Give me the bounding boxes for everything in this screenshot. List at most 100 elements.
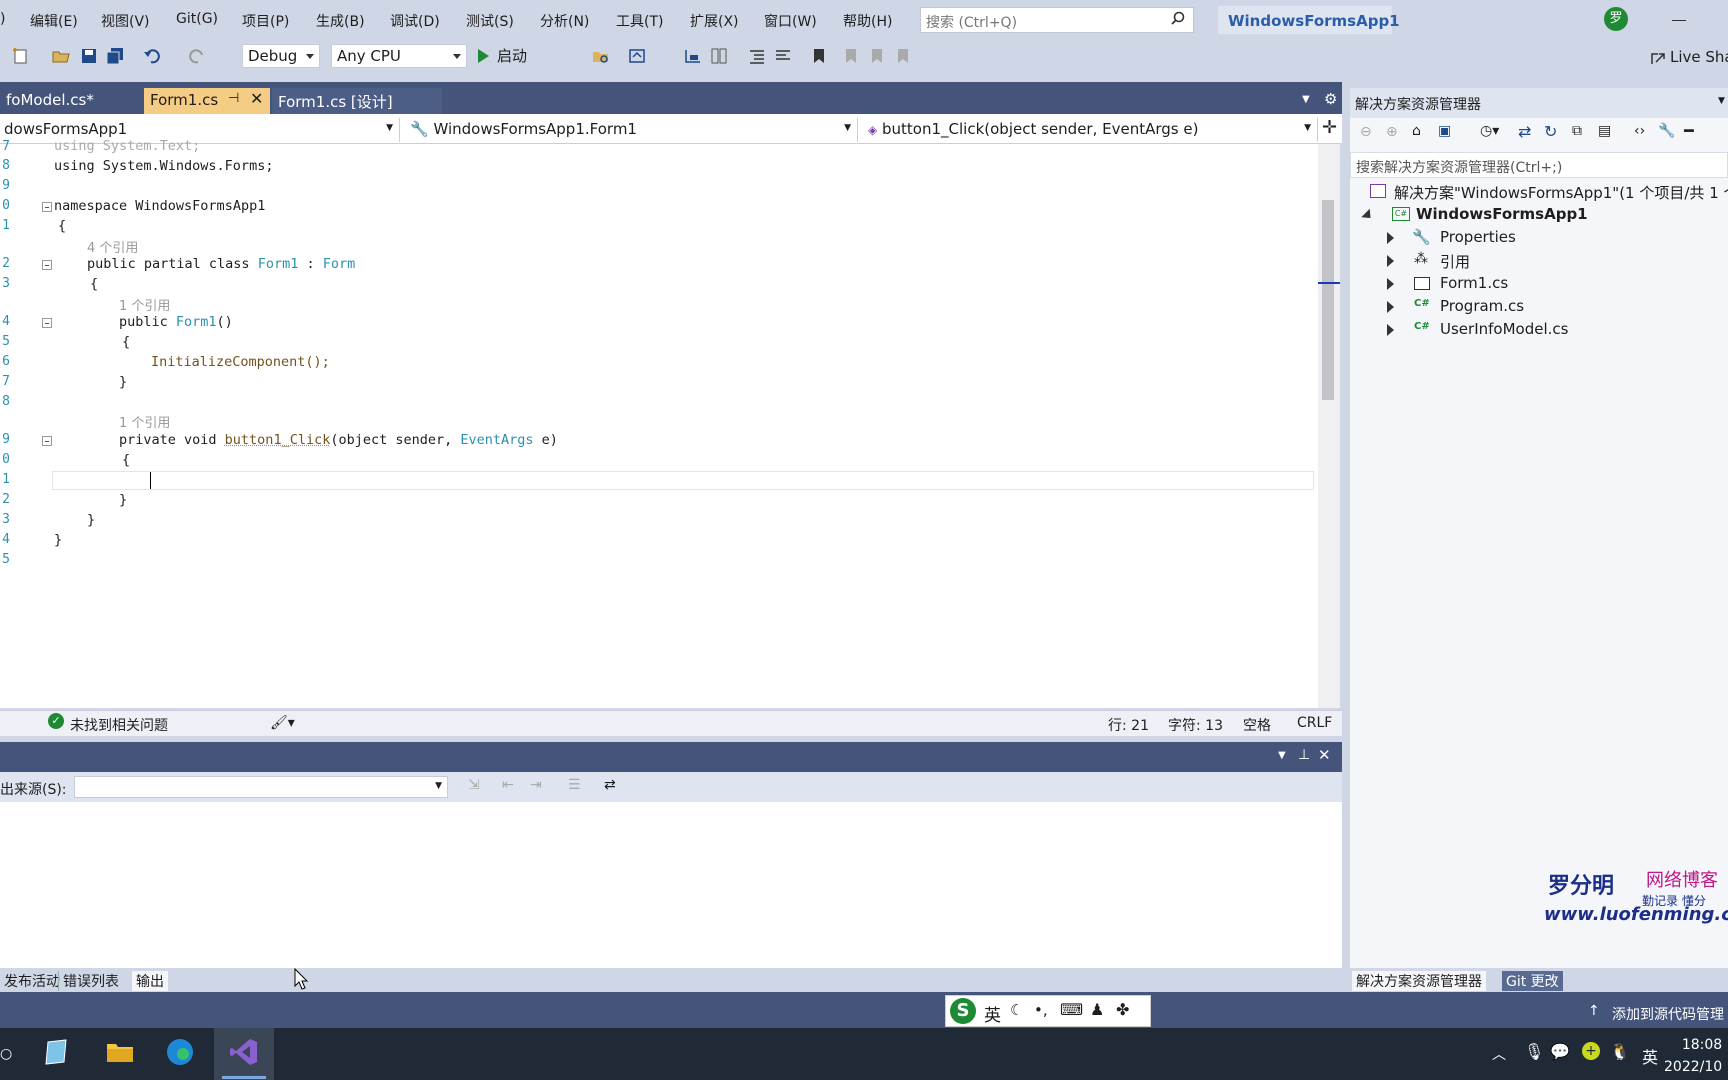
ime-toolbar[interactable]: S 英 ☾ •, ⌨ ♟ ✤ — [945, 995, 1151, 1027]
home-icon[interactable] — [628, 47, 646, 65]
solution-node[interactable]: 解决方案"WindowsFormsApp1"(1 个项目/共 1 个 — [1394, 182, 1728, 203]
menu-git[interactable]: Git(G) — [176, 11, 218, 27]
solution-search-input[interactable]: 搜索解决方案资源管理器(Ctrl+;) — [1350, 152, 1728, 178]
tab-form1-designer[interactable]: Form1.cs [设计] — [272, 88, 442, 114]
tree-item-userinfomodel[interactable]: UserInfoModel.cs — [1440, 320, 1568, 338]
expand-icon[interactable] — [1387, 301, 1394, 313]
gear-icon[interactable]: ⚙ — [1324, 90, 1337, 108]
menu-edit[interactable]: 编辑(E) — [30, 11, 78, 31]
tree-item-form1[interactable]: Form1.cs — [1440, 274, 1508, 292]
minimize-button[interactable] — [1672, 20, 1686, 21]
refresh-icon[interactable]: ↻ — [1544, 122, 1557, 141]
taskbar-ime-lang[interactable]: 英 — [1642, 1044, 1658, 1068]
scrollbar-thumb[interactable] — [1322, 200, 1334, 400]
fold-toggle[interactable] — [42, 436, 52, 446]
ime-lang[interactable]: 英 — [984, 1001, 1001, 1026]
menu-help[interactable]: 帮助(H) — [843, 11, 892, 31]
split-editor-icon[interactable]: ✛ — [1322, 117, 1337, 138]
menu-debug[interactable]: 调试(D) — [390, 11, 440, 31]
save-icon[interactable] — [80, 47, 98, 65]
home-icon[interactable]: ⌂ — [1412, 123, 1421, 139]
apps-icon[interactable]: ✤ — [1116, 1000, 1129, 1019]
clear-all-icon[interactable]: ☰ — [568, 777, 581, 793]
indent-icon[interactable] — [748, 47, 766, 65]
fold-toggle[interactable] — [42, 260, 52, 270]
pin-icon[interactable]: ⊣ — [228, 91, 239, 106]
output-source-select[interactable]: ▼ — [74, 776, 448, 798]
punct-icon[interactable]: •, — [1034, 1001, 1048, 1019]
menu-build[interactable]: 生成(B) — [316, 11, 365, 31]
file-explorer-icon[interactable] — [104, 1036, 136, 1068]
prev-message-icon[interactable]: ⇤ — [502, 777, 514, 793]
show-all-files-icon[interactable]: ▤ — [1598, 123, 1611, 139]
live-share-button[interactable]: Live Sha — [1670, 48, 1728, 66]
find-in-files-icon[interactable] — [592, 47, 610, 65]
close-icon[interactable]: ✕ — [1318, 746, 1331, 764]
expand-icon[interactable] — [1387, 278, 1394, 290]
avatar[interactable]: 罗 — [1604, 7, 1628, 31]
eol-indicator[interactable]: CRLF — [1297, 715, 1332, 731]
expand-icon[interactable] — [1387, 232, 1394, 244]
edge-browser-icon[interactable] — [164, 1036, 196, 1068]
bookmark-icon[interactable] — [810, 47, 828, 65]
member-dropdown[interactable]: ◈ button1_Click(object sender, EventArgs… — [864, 118, 1318, 142]
tab-output[interactable]: 输出 — [132, 971, 168, 991]
tree-item-properties[interactable]: Properties — [1440, 228, 1516, 246]
goto-message-icon[interactable]: ⇲ — [468, 777, 480, 793]
project-node[interactable]: WindowsFormsApp1 — [1416, 205, 1588, 223]
chevron-down-icon[interactable]: ▼ — [1718, 96, 1725, 106]
word-wrap-icon[interactable]: ⇄ — [604, 777, 616, 793]
output-text-area[interactable] — [0, 802, 1342, 968]
menu-tools[interactable]: 工具(T) — [616, 11, 663, 31]
menu-test[interactable]: 测试(S) — [466, 11, 514, 31]
next-message-icon[interactable]: ⇥ — [530, 777, 542, 793]
notepad-app-icon[interactable] — [40, 1036, 72, 1068]
expand-icon[interactable] — [1387, 255, 1394, 267]
tab-userinfomodel[interactable]: foModel.cs* — [0, 88, 142, 114]
wechat-icon[interactable]: 💬 — [1550, 1042, 1570, 1061]
forward-icon[interactable]: ⊕ — [1386, 124, 1398, 140]
tab-form1-cs[interactable]: Form1.cs ⊣ ✕ — [144, 88, 270, 114]
char-indicator[interactable]: 字符: 13 — [1168, 715, 1223, 735]
menu-window[interactable]: 窗口(W) — [764, 11, 817, 31]
line-indicator[interactable]: 行: 21 — [1108, 715, 1149, 735]
class-dropdown[interactable]: 🔧 WindowsFormsApp1.Form1 ▼ — [406, 118, 858, 142]
pin-icon[interactable]: ⊥ — [1298, 747, 1310, 763]
menu-extensions[interactable]: 扩展(X) — [690, 11, 739, 31]
collapse-all-icon[interactable]: ⧉ — [1572, 123, 1582, 139]
open-folder-icon[interactable] — [52, 47, 70, 65]
start-button[interactable]: 启动 — [478, 45, 527, 66]
user-icon[interactable]: ♟ — [1090, 1000, 1104, 1019]
chevron-down-icon[interactable]: ▼ — [1278, 750, 1286, 761]
keyboard-icon[interactable]: ⌨ — [1060, 1000, 1083, 1019]
menu-file[interactable]: ) — [0, 11, 5, 27]
platform-select[interactable]: Any CPU — [331, 44, 467, 68]
tab-git-changes[interactable]: Git 更改 — [1502, 971, 1563, 991]
code-view-icon[interactable]: ‹› — [1634, 123, 1645, 139]
clear-bookmarks-icon[interactable] — [894, 47, 912, 65]
tab-solution-explorer[interactable]: 解决方案资源管理器 — [1352, 971, 1486, 991]
tab-list-chevron-icon[interactable]: ▼ — [1302, 94, 1310, 105]
tab-error-list[interactable]: 错误列表 — [58, 971, 123, 991]
tab-publish-activity[interactable]: 发布活动 — [0, 971, 64, 991]
back-icon[interactable]: ⊖ — [1360, 124, 1372, 140]
chevron-up-icon[interactable]: ︿ — [1492, 1044, 1506, 1064]
preview-icon[interactable]: ━ — [1684, 121, 1694, 140]
prev-bookmark-icon[interactable] — [842, 47, 860, 65]
fold-toggle[interactable] — [42, 202, 52, 212]
fold-toggle[interactable] — [42, 318, 52, 328]
whitespace-indicator[interactable]: 空格 — [1243, 715, 1271, 735]
issues-status[interactable]: 未找到相关问题 — [70, 715, 168, 735]
switch-views-icon[interactable]: ▣ — [1438, 123, 1451, 139]
sync-icon[interactable]: ⇄ — [1518, 122, 1531, 141]
reference-count[interactable]: 1 个引用 — [119, 295, 170, 314]
undo-icon[interactable] — [143, 47, 161, 65]
moon-icon[interactable]: ☾ — [1010, 1001, 1023, 1019]
properties-icon[interactable]: 🔧 — [1658, 123, 1675, 139]
close-icon[interactable]: ✕ — [250, 89, 263, 108]
search-input[interactable]: 搜索 (Ctrl+Q) — [920, 7, 1194, 33]
reference-count[interactable]: 1 个引用 — [119, 412, 170, 431]
system-clock[interactable]: 18:08 2022/10 — [1664, 1034, 1722, 1078]
comment-icon[interactable] — [774, 47, 792, 65]
code-editor[interactable] — [0, 144, 1320, 708]
